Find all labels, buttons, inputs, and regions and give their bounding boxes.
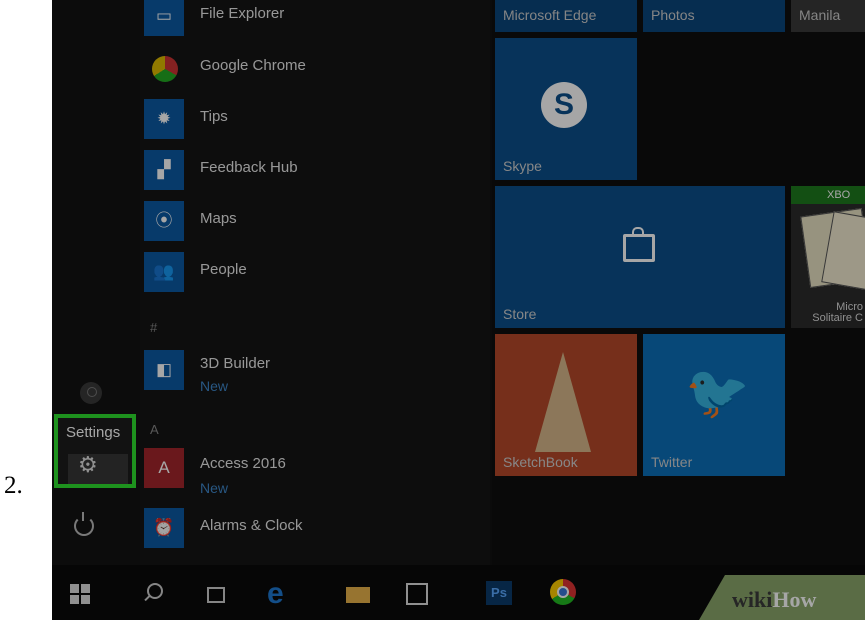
app-name: Access 2016	[200, 455, 286, 472]
skype-icon: S	[541, 82, 587, 128]
tile-store[interactable]: Store	[495, 186, 785, 328]
app-maps[interactable]: ⦿ Maps	[144, 201, 474, 241]
xbox-banner: XBO	[791, 186, 865, 204]
app-name: Maps	[200, 210, 237, 227]
app-3d-builder[interactable]: ◧ 3D Builder New	[144, 350, 474, 394]
section-letter-hash[interactable]: #	[150, 320, 157, 335]
tile-solitaire[interactable]: XBO Micro Solitaire C	[791, 186, 865, 328]
access-icon: A	[144, 448, 184, 488]
tile-photos[interactable]: Photos	[643, 0, 785, 32]
task-view-icon[interactable]	[207, 587, 225, 603]
clock-icon: ⏰	[144, 508, 184, 548]
chrome-icon[interactable]	[550, 579, 576, 605]
edge-icon[interactable]: e	[267, 577, 284, 611]
tile-label: Microsoft Edge	[503, 7, 597, 23]
gear-icon: ⚙	[78, 452, 98, 477]
tile-label: SketchBook	[503, 454, 578, 470]
tiles-area: Microsoft Edge Photos Manila S Skype Sto…	[492, 0, 865, 565]
app-name: Tips	[200, 108, 228, 125]
app-name: Alarms & Clock	[200, 517, 303, 534]
photoshop-icon[interactable]: Ps	[486, 581, 512, 605]
settings-button[interactable]	[68, 454, 128, 484]
app-file-explorer[interactable]: ▭ File Explorer	[144, 0, 474, 36]
app-list: ▭ File Explorer Google Chrome ✹ Tips ▞ F…	[140, 0, 490, 565]
app-new-badge: New	[200, 378, 229, 394]
step-number: 2.	[4, 472, 23, 499]
app-name: Google Chrome	[200, 57, 306, 74]
windows-start-icon[interactable]	[70, 584, 90, 604]
twitter-bird-icon: 🐦	[685, 364, 750, 422]
feedback-icon: ▞	[144, 150, 184, 190]
cube-icon: ◧	[144, 350, 184, 390]
tile-label: Twitter	[651, 454, 693, 470]
tile-label: Skype	[503, 158, 542, 174]
tile-manila[interactable]: Manila	[791, 0, 865, 32]
tile-sketchbook[interactable]: SketchBook	[495, 334, 637, 476]
wikihow-suffix: How	[772, 587, 817, 612]
folder-icon: ▭	[144, 0, 184, 36]
tile-microsoft-edge[interactable]: Microsoft Edge	[495, 0, 637, 32]
section-letter-a[interactable]: A	[150, 422, 159, 437]
wikihow-logo: wikiHow	[732, 587, 816, 613]
people-icon: 👥	[144, 252, 184, 292]
search-icon[interactable]	[147, 583, 163, 599]
pencil-icon	[535, 352, 591, 452]
wikihow-prefix: wiki	[732, 587, 773, 612]
tile-label: Micro Solitaire C	[812, 301, 863, 324]
start-menu-screen: Settings ⚙ ▭ File Explorer Google Chrome…	[52, 0, 865, 620]
shopping-bag-icon	[623, 227, 655, 262]
taskbar: e Ps wikiHow	[52, 565, 865, 620]
app-alarms-clock[interactable]: ⏰ Alarms & Clock	[144, 508, 474, 548]
store-icon[interactable]	[406, 583, 428, 605]
app-access-2016[interactable]: A Access 2016 New	[144, 448, 474, 496]
app-tips[interactable]: ✹ Tips	[144, 99, 474, 139]
app-name: People	[200, 261, 247, 278]
lightbulb-icon: ✹	[144, 99, 184, 139]
start-left-rail: Settings ⚙	[52, 0, 140, 565]
power-icon[interactable]	[74, 512, 94, 536]
app-feedback-hub[interactable]: ▞ Feedback Hub	[144, 150, 474, 190]
app-name: Feedback Hub	[200, 159, 298, 176]
map-pin-icon: ⦿	[144, 201, 184, 241]
app-google-chrome[interactable]: Google Chrome	[144, 48, 474, 88]
app-name: 3D Builder	[200, 355, 271, 372]
chrome-icon	[144, 48, 184, 88]
settings-highlight-box[interactable]: Settings ⚙	[54, 414, 136, 488]
settings-tooltip: Settings	[66, 424, 121, 441]
app-new-badge: New	[200, 480, 229, 496]
tile-twitter[interactable]: 🐦 Twitter	[643, 334, 785, 476]
tile-label: Manila	[799, 7, 841, 23]
tile-label: Photos	[651, 7, 695, 23]
tile-label: Store	[503, 306, 537, 322]
user-avatar-icon[interactable]	[80, 382, 102, 404]
tile-skype[interactable]: S Skype	[495, 38, 637, 180]
app-people[interactable]: 👥 People	[144, 252, 474, 292]
file-explorer-icon[interactable]	[346, 587, 370, 603]
app-name: File Explorer	[200, 5, 285, 22]
